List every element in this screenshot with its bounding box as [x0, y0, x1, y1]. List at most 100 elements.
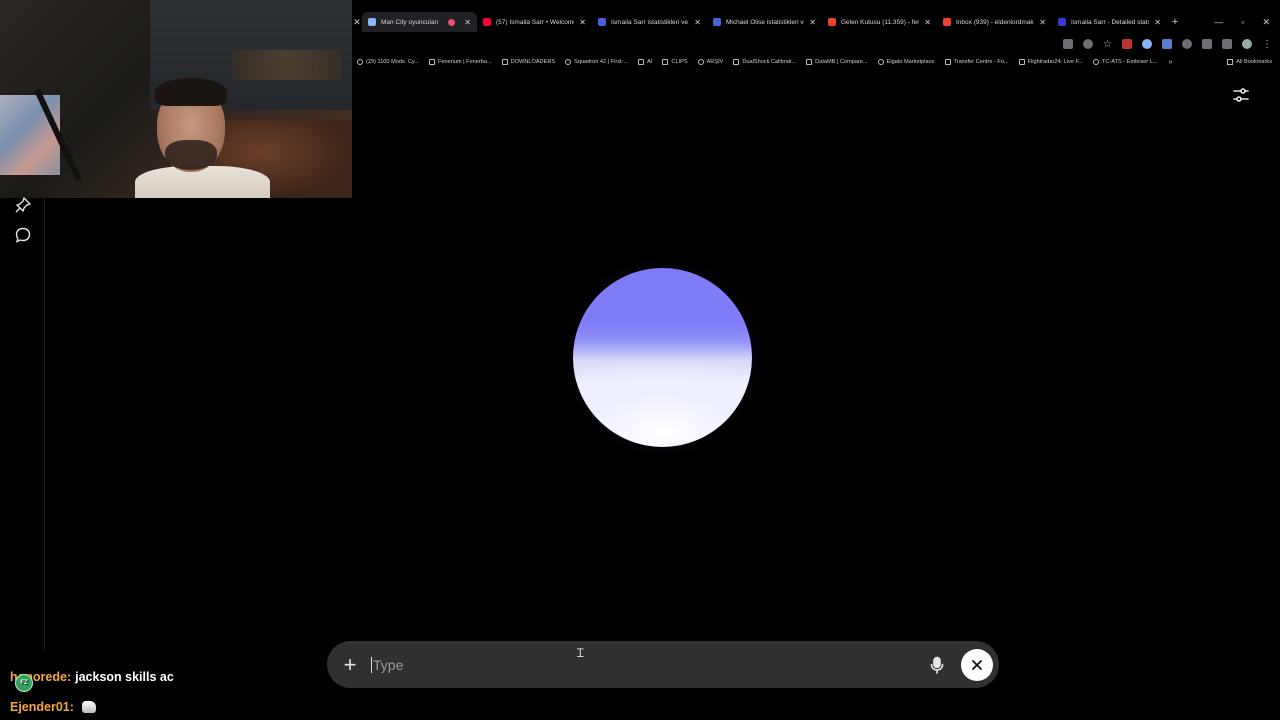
extensions-puzzle-icon[interactable] [1202, 39, 1212, 49]
browser-tabstrip: ✕ Man City oyuncuları ✕ (57) Ismaila Sarr … [352, 12, 1280, 32]
browser-tab[interactable]: Man City oyuncuları ✕ [362, 12, 477, 32]
downloads-icon[interactable] [1222, 39, 1232, 49]
end-voice-button[interactable] [961, 648, 993, 681]
bookmark-favicon-icon [565, 59, 572, 65]
message-input[interactable] [371, 656, 927, 673]
bookmarks-bar: (29) 1100 Mods. Cy... Fenerium | Fenerba.… [352, 56, 1280, 68]
new-tab-button[interactable]: + [1167, 16, 1183, 28]
all-bookmarks-button[interactable]: All Bookmarks [1227, 59, 1280, 65]
bookmark-favicon-icon [662, 59, 669, 65]
bookmark-item[interactable]: CLIPS [657, 59, 692, 65]
bookmarks-overflow-button[interactable]: » [1163, 59, 1179, 66]
bookmark-favicon-icon [428, 59, 435, 65]
tab-close-icon[interactable]: ✕ [352, 17, 362, 28]
bookmark-item[interactable]: DOWNLOADERS [497, 59, 560, 65]
extension-icon[interactable] [1142, 39, 1152, 49]
extension-icon[interactable] [1162, 39, 1172, 49]
text-cursor-icon: Ɪ [577, 646, 584, 660]
tab-close-icon[interactable]: ✕ [924, 18, 931, 27]
tab-title: Michael Olise istatistikleri ve s [726, 18, 805, 26]
extension-icon[interactable] [1122, 39, 1132, 49]
bookmark-item[interactable]: Elgato Marketplace [873, 59, 940, 65]
webcam-shelf [232, 50, 342, 80]
bookmark-label: DataMB | Compare... [815, 59, 868, 65]
bookmark-label: (29) 1100 Mods. Cy... [366, 59, 419, 65]
tab-close-icon[interactable]: ✕ [579, 18, 586, 27]
extension-icon[interactable] [1182, 39, 1192, 49]
bookmark-label: Transfer Centre - Fo... [953, 59, 1009, 65]
tab-favicon-icon [1058, 18, 1066, 26]
bookmark-item[interactable]: DataMB | Compare... [801, 59, 872, 65]
bookmark-item[interactable]: Flightradar24: Live F... [1014, 59, 1088, 65]
bookmark-label: DualShock Calibrati... [742, 59, 797, 65]
zoom-icon[interactable] [1083, 39, 1094, 49]
bookmark-favicon-icon [638, 59, 645, 65]
bookmark-favicon-icon [733, 59, 740, 65]
bookmark-item[interactable]: (29) 1100 Mods. Cy... [352, 59, 424, 65]
chat-message: honorede: jackson skills ac [10, 662, 174, 692]
bookmark-label: ARŞİV [706, 59, 724, 65]
bookmark-item[interactable]: Squadron 42 | First-... [560, 59, 633, 65]
translate-icon[interactable] [1063, 39, 1074, 49]
microphone-icon[interactable] [927, 655, 947, 675]
close-window-button[interactable]: ✕ [1262, 17, 1270, 28]
tab-title: (57) Ismaila Sarr • Welcome t [496, 18, 575, 26]
bookmark-item[interactable]: ARŞİV [693, 59, 729, 65]
chat-message: Ejender01: [10, 692, 174, 720]
sidebar-divider [44, 198, 45, 650]
bookmark-item[interactable]: DualShock Calibrati... [728, 59, 801, 65]
bookmark-favicon-icon [806, 59, 813, 65]
browser-tab[interactable]: Inbox (939) - eldenlordmakro ✕ [937, 12, 1052, 32]
bookmark-label: CLIPS [671, 59, 688, 65]
bookmark-item[interactable]: Fenerium | Fenerba... [424, 59, 497, 65]
add-attachment-button[interactable]: + [341, 653, 359, 675]
profile-avatar[interactable] [1242, 39, 1252, 49]
bookmark-favicon-icon [1018, 59, 1025, 65]
bookmark-item[interactable]: Transfer Centre - Fo... [940, 59, 1014, 65]
tab-title: Inbox (939) - eldenlordmakro [956, 18, 1035, 26]
tab-close-icon[interactable]: ✕ [464, 18, 471, 27]
pin-icon[interactable] [14, 196, 32, 214]
window-controls: — ▫ ✕ [1214, 17, 1280, 28]
bookmark-star-icon[interactable]: ☆ [1103, 39, 1112, 50]
bookmark-item[interactable]: AI [633, 59, 657, 65]
tab-close-icon[interactable]: ✕ [1154, 18, 1161, 27]
tab-close-icon[interactable]: ✕ [694, 18, 701, 27]
stream-chat-overlay: honorede: jackson skills ac FZ Ejender01… [10, 662, 174, 720]
folder-icon [1227, 59, 1234, 65]
bookmark-item[interactable]: TC-ATS - Embraer L... [1088, 59, 1163, 65]
bookmark-label: Flightradar24: Live F... [1027, 59, 1083, 65]
tab-title: Ismaila Sarr istatistikleri ve re [611, 18, 690, 26]
browser-tab[interactable]: Gelen Kutusu (11.359) - ferba ✕ [822, 12, 937, 32]
chat-bubble-icon[interactable] [14, 226, 32, 244]
chat-badge: FZ [15, 674, 33, 692]
tab-favicon-icon [828, 18, 836, 26]
chat-text: jackson skills ac [75, 670, 174, 684]
tab-favicon-icon [598, 18, 606, 26]
voice-mode-orb [573, 268, 752, 447]
bookmark-favicon-icon [357, 59, 363, 65]
browser-tab[interactable]: Ismaila Sarr istatistikleri ve re ✕ [592, 12, 707, 32]
tab-title: Man City oyuncuları [381, 18, 439, 26]
composer-bar: + [327, 641, 999, 688]
tab-favicon-icon [713, 18, 721, 26]
browser-tab[interactable]: (57) Ismaila Sarr • Welcome t ✕ [477, 12, 592, 32]
minimize-button[interactable]: — [1214, 17, 1223, 28]
bookmark-label: Fenerium | Fenerba... [437, 59, 492, 65]
tab-close-icon[interactable]: ✕ [1039, 18, 1046, 27]
restore-button[interactable]: ▫ [1241, 17, 1244, 28]
tab-favicon-icon [483, 18, 491, 26]
recording-indicator-icon [448, 18, 456, 26]
menu-icon[interactable]: ⋮ [1262, 39, 1272, 50]
settings-sliders-icon[interactable] [1232, 86, 1250, 104]
browser-tab[interactable]: Michael Olise istatistikleri ve s ✕ [707, 12, 822, 32]
ghost-emote-icon [81, 701, 96, 713]
browser-toolbar: ☆ ⋮ [1063, 36, 1280, 52]
webcam-overlay [0, 0, 352, 198]
bookmark-favicon-icon [877, 59, 884, 65]
browser-tab[interactable]: Ismaila Sarr - Detailed stats | ✕ [1052, 12, 1167, 32]
bookmark-favicon-icon [1092, 59, 1099, 65]
tab-favicon-icon [368, 18, 376, 26]
tab-close-icon[interactable]: ✕ [809, 18, 816, 27]
tab-title: Ismaila Sarr - Detailed stats | [1071, 18, 1150, 26]
